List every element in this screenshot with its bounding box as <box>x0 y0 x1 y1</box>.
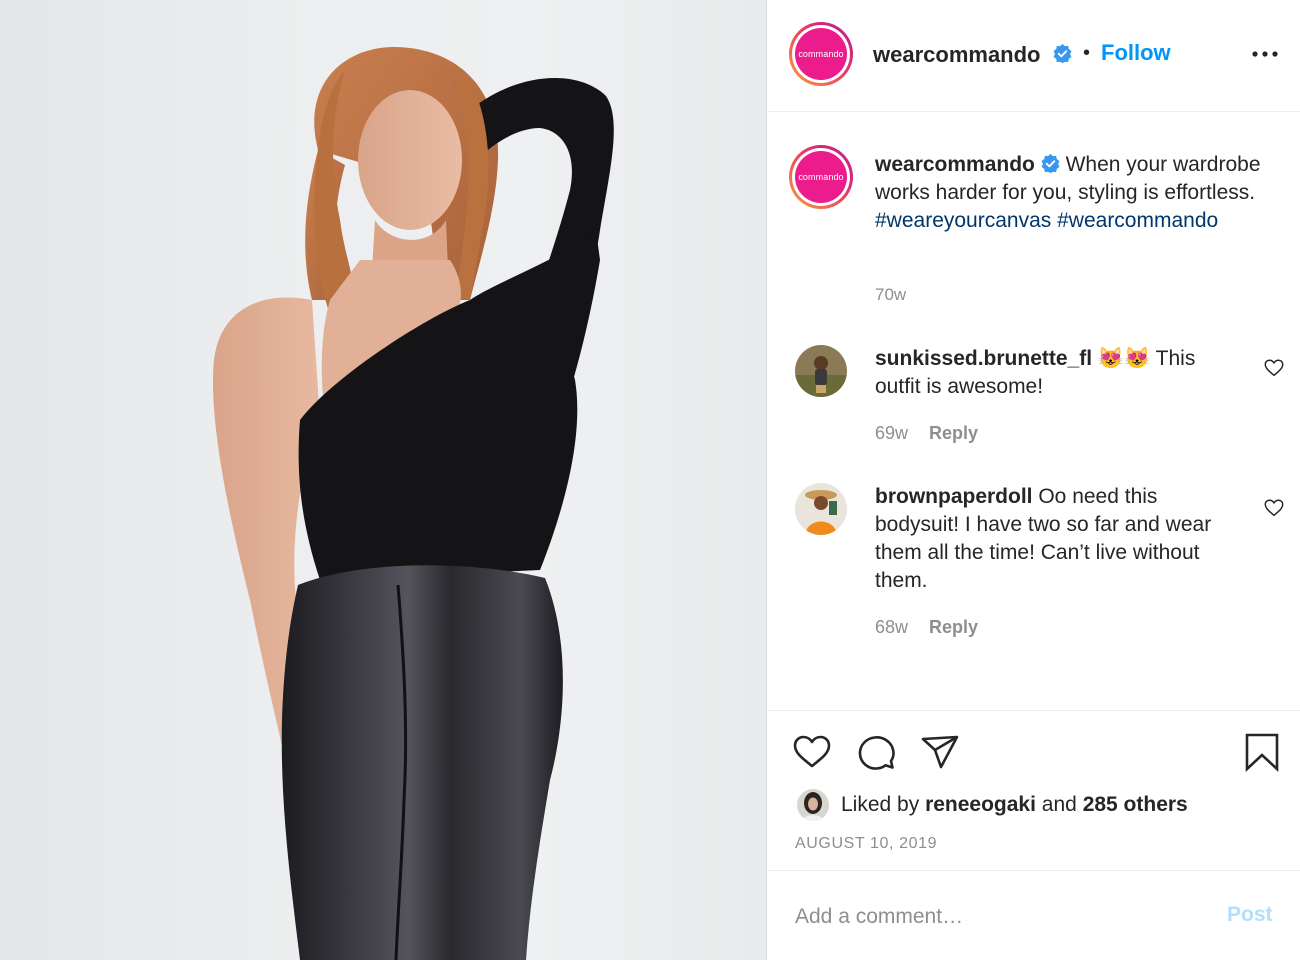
caption-avatar[interactable]: commando <box>789 145 853 209</box>
comments-section[interactable]: commando wearcommando When your wardrobe… <box>767 113 1300 710</box>
comment-meta: 69w Reply <box>875 423 978 444</box>
hashtag-link[interactable]: #weareyourcanvas <box>875 209 1051 232</box>
comment-meta: 68w Reply <box>875 617 978 638</box>
post-date: AUGUST 10, 2019 <box>795 835 938 852</box>
save-bookmark-icon[interactable] <box>1241 731 1283 773</box>
comment-input[interactable] <box>795 901 1195 933</box>
commenter-avatar[interactable] <box>795 483 847 535</box>
caption-username[interactable]: wearcommando <box>875 153 1035 176</box>
comment-bubble-icon[interactable] <box>855 731 897 773</box>
avatar[interactable]: commando <box>789 22 853 86</box>
like-comment-heart-icon[interactable] <box>1263 357 1285 379</box>
post-image[interactable] <box>0 0 766 960</box>
comment-text: sunkissed.brunette_fl 😻😻 This outfit is … <box>875 345 1235 401</box>
post-actions: Liked by reneeogaki and 285 others AUGUS… <box>767 710 1300 870</box>
caption-timestamp: 70w <box>875 285 907 304</box>
like-comment-heart-icon[interactable] <box>1263 497 1285 519</box>
follow-button[interactable]: Follow <box>1101 40 1171 66</box>
likes-count-link[interactable]: 285 others <box>1083 793 1188 816</box>
liked-by: Liked by reneeogaki and 285 others <box>797 789 1188 821</box>
liked-by-username[interactable]: reneeogaki <box>925 793 1036 816</box>
comment-username[interactable]: brownpaperdoll <box>875 485 1033 508</box>
liked-by-prefix: Liked by <box>841 793 920 816</box>
post-photo-illustration <box>212 46 614 960</box>
reply-button[interactable]: Reply <box>929 423 978 443</box>
share-send-icon[interactable] <box>919 731 961 773</box>
post-comment-button[interactable]: Post <box>1227 903 1273 927</box>
liked-by-and: and <box>1041 793 1077 816</box>
brand-logo: commando <box>795 151 847 203</box>
reply-button[interactable]: Reply <box>929 617 978 637</box>
verified-badge-icon <box>1041 154 1060 173</box>
post-details-panel: commando wearcommando • Follow commando … <box>766 0 1300 960</box>
hashtag-link[interactable]: #wearcommando <box>1057 209 1218 232</box>
liked-by-text: Liked by reneeogaki and 285 others <box>841 793 1188 817</box>
comment-text: brownpaperdoll Oo need this bodysuit! I … <box>875 483 1235 595</box>
separator-dot: • <box>1083 42 1091 64</box>
verified-badge-icon <box>1053 44 1072 63</box>
liker-avatar[interactable] <box>797 789 829 821</box>
comment-timestamp: 68w <box>875 617 909 637</box>
more-options-icon[interactable] <box>1251 44 1279 64</box>
comment-emoji: 😻😻 <box>1097 347 1151 370</box>
header-username[interactable]: wearcommando <box>873 42 1041 68</box>
comment-timestamp: 69w <box>875 423 909 443</box>
caption-text: wearcommando When your wardrobe works ha… <box>875 151 1275 235</box>
add-comment-bar: Post <box>767 870 1300 960</box>
commenter-avatar[interactable] <box>795 345 847 397</box>
comment-username[interactable]: sunkissed.brunette_fl <box>875 347 1092 370</box>
post-header: commando wearcommando • Follow <box>767 0 1300 112</box>
brand-logo: commando <box>795 28 847 80</box>
like-heart-icon[interactable] <box>791 731 833 773</box>
